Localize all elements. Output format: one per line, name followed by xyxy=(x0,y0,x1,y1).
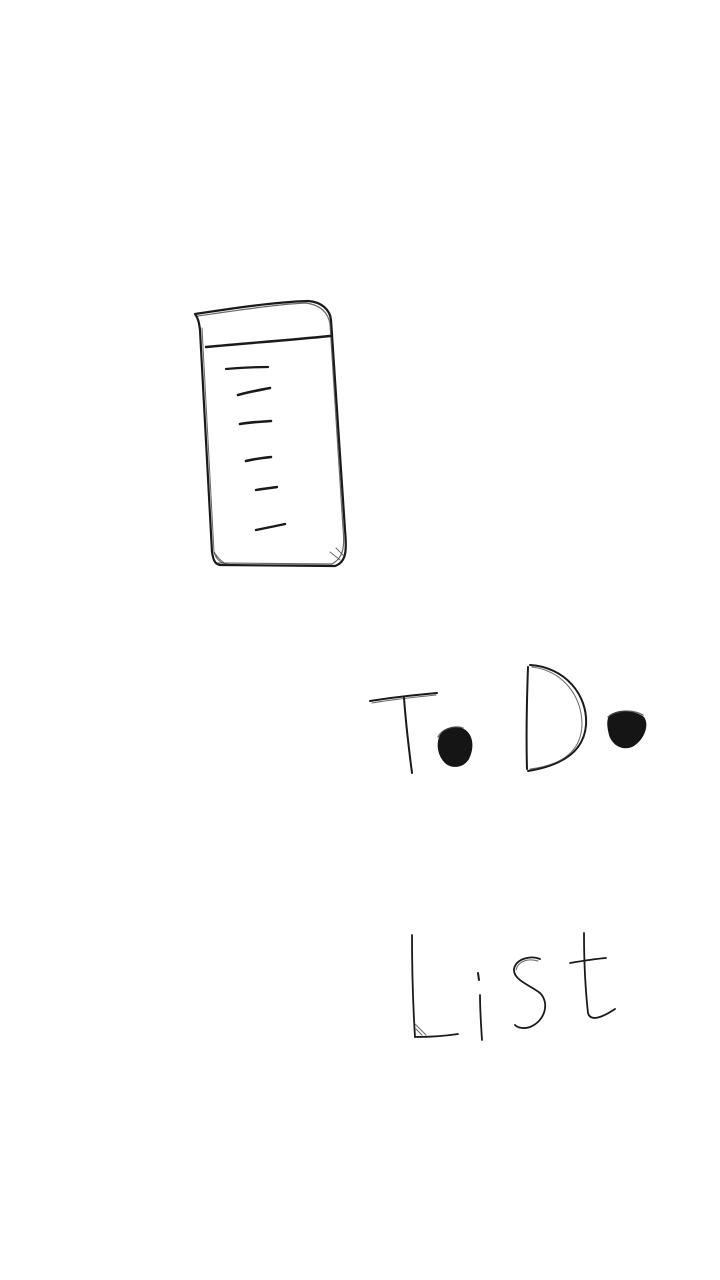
splash-screen: ToDo List xyxy=(0,0,720,1280)
title-line-2: List xyxy=(0,0,1,1)
notepad-sketch-icon xyxy=(193,299,347,568)
title-ToDo-sketch xyxy=(369,664,647,774)
title-line-1: ToDo xyxy=(0,0,1,1)
title-List-sketch xyxy=(411,932,616,1041)
